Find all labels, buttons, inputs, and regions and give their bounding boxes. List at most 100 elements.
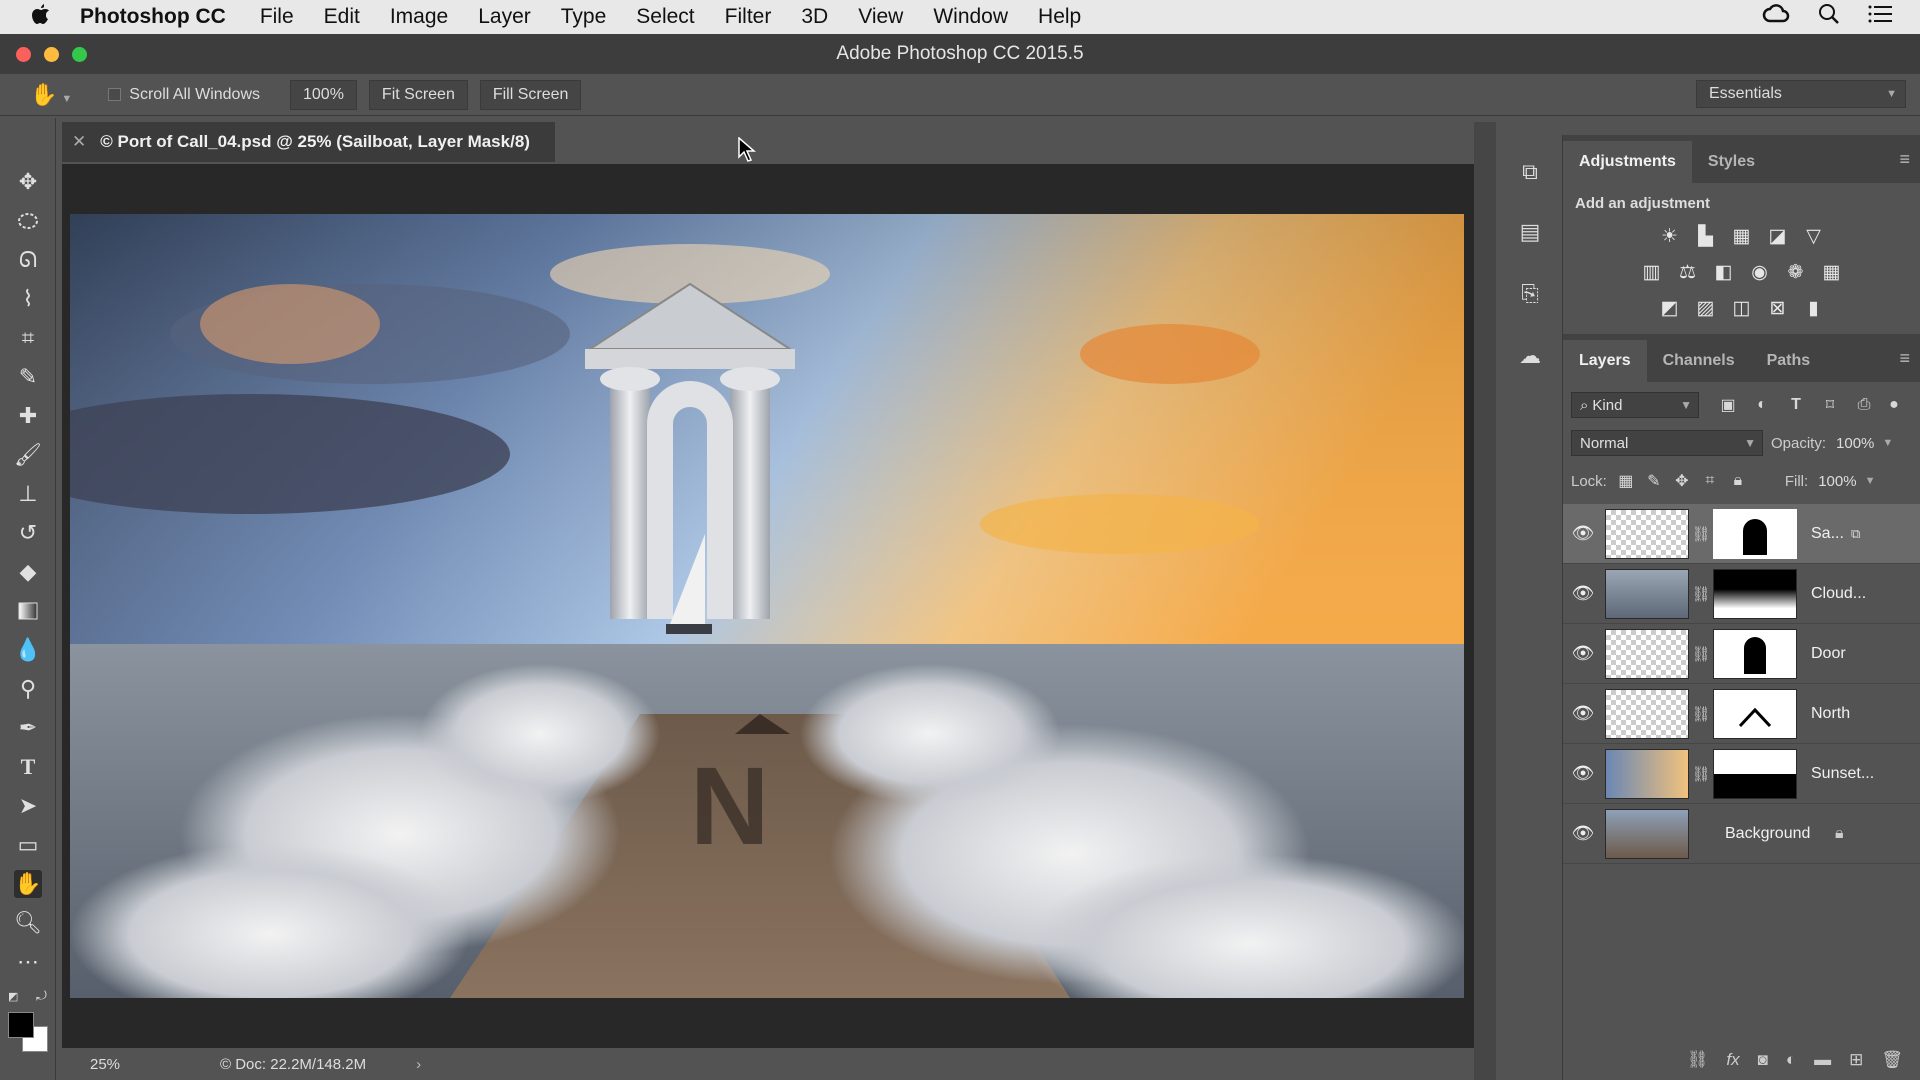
notification-center-icon[interactable] — [1868, 5, 1892, 29]
invert-icon[interactable]: ◩ — [1658, 296, 1682, 320]
dodge-tool-icon[interactable]: ⚲ — [14, 675, 42, 703]
cc-libraries-icon[interactable]: ☁ — [1516, 342, 1544, 370]
gradient-tool-icon[interactable] — [14, 597, 42, 625]
kind-filter-select[interactable]: ⌕ Kind ▼ — [1571, 392, 1699, 418]
tab-paths[interactable]: Paths — [1751, 340, 1827, 382]
threshold-icon[interactable]: ◫ — [1730, 296, 1754, 320]
lock-all-icon[interactable]: 🔒︎ — [1727, 470, 1749, 492]
menu-view[interactable]: View — [858, 5, 903, 29]
selective-color-icon[interactable]: ⊠ — [1766, 296, 1790, 320]
blur-tool-icon[interactable]: 💧 — [14, 636, 42, 664]
layer-row-clouds[interactable]: 👁 ⛓ Cloud... — [1563, 564, 1920, 624]
zoom-level[interactable]: 25% — [90, 1056, 200, 1073]
menu-image[interactable]: Image — [390, 5, 448, 29]
new-adjustment-layer-icon[interactable]: ◐ — [1786, 1050, 1796, 1070]
type-tool-icon[interactable]: T — [14, 753, 42, 781]
filter-pixel-icon[interactable]: ▣ — [1717, 394, 1739, 416]
levels-icon[interactable]: ▙ — [1694, 224, 1718, 248]
layer-style-fx-icon[interactable]: fx — [1726, 1050, 1739, 1070]
filter-shape-icon[interactable]: ⌑ — [1819, 394, 1841, 416]
crop-tool-icon[interactable]: ⌗ — [14, 324, 42, 352]
add-mask-icon[interactable]: ◙ — [1758, 1050, 1768, 1070]
lock-position-icon[interactable]: ✥ — [1671, 470, 1693, 492]
visibility-eye-icon[interactable]: 👁 — [1563, 823, 1603, 844]
layer-mask-thumbnail[interactable] — [1713, 568, 1797, 619]
rectangle-tool-icon[interactable]: ▭ — [14, 831, 42, 859]
libraries-panel-icon[interactable]: ⎘ — [1516, 280, 1544, 308]
delete-layer-icon[interactable]: 🗑︎ — [1881, 1050, 1903, 1070]
gradient-map-icon[interactable]: ▮ — [1802, 296, 1826, 320]
layer-row-door[interactable]: 👁 ⛓ Door — [1563, 624, 1920, 684]
opacity-value[interactable]: 100% — [1836, 435, 1874, 452]
swap-colors-icon[interactable]: ⤾ — [36, 988, 47, 1004]
fill-chevron-icon[interactable]: ▼ — [1865, 475, 1876, 487]
pen-tool-icon[interactable]: ✒ — [14, 714, 42, 742]
scroll-all-windows-checkbox[interactable] — [108, 88, 122, 101]
opacity-chevron-icon[interactable]: ▼ — [1882, 437, 1893, 449]
menu-edit[interactable]: Edit — [324, 5, 360, 29]
layer-name[interactable]: Background — [1725, 825, 1835, 843]
tab-channels[interactable]: Channels — [1647, 340, 1751, 382]
foreground-color-swatch[interactable] — [8, 1012, 34, 1038]
color-lookup-icon[interactable]: ▦ — [1820, 260, 1844, 284]
visibility-eye-icon[interactable]: 👁 — [1563, 523, 1603, 544]
panel-menu-icon[interactable]: ≡ — [1899, 149, 1910, 170]
brush-tool-icon[interactable]: 🖌 — [14, 441, 42, 469]
link-icon[interactable]: ⛓ — [1689, 645, 1713, 663]
exposure-icon[interactable]: ◪ — [1766, 224, 1790, 248]
link-icon[interactable]: ⛓ — [1689, 585, 1713, 603]
apple-menu-icon[interactable] — [30, 3, 60, 31]
app-menu[interactable]: Photoshop CC — [80, 5, 226, 29]
move-tool-icon[interactable]: ✥ — [14, 168, 42, 196]
menu-file[interactable]: File — [260, 5, 294, 29]
lock-artboard-icon[interactable]: ⌗ — [1699, 470, 1721, 492]
lasso-tool-icon[interactable]: ᘏ — [14, 246, 42, 274]
quick-selection-tool-icon[interactable]: ⌇ — [14, 285, 42, 313]
status-menu-arrow-icon[interactable]: › — [416, 1056, 421, 1073]
visibility-eye-icon[interactable]: 👁 — [1563, 583, 1603, 604]
fill-value[interactable]: 100% — [1818, 473, 1856, 490]
channel-mixer-icon[interactable]: ❁ — [1784, 260, 1808, 284]
layer-name[interactable]: Door — [1811, 645, 1891, 663]
creative-cloud-icon[interactable] — [1762, 4, 1790, 30]
color-balance-icon[interactable]: ⚖ — [1676, 260, 1700, 284]
layer-name[interactable]: Sa... — [1811, 525, 1851, 543]
blend-mode-select[interactable]: Normal ▼ — [1571, 430, 1763, 456]
fit-screen-button[interactable]: Fit Screen — [368, 79, 468, 110]
new-group-icon[interactable]: ▬ — [1814, 1050, 1831, 1070]
minimize-window-button[interactable] — [44, 47, 59, 62]
history-panel-icon[interactable]: ⧉ — [1516, 158, 1544, 186]
link-icon[interactable]: ⛓ — [1689, 525, 1713, 543]
lock-transparent-icon[interactable]: ▦ — [1615, 470, 1637, 492]
properties-panel-icon[interactable]: ▤ — [1516, 218, 1544, 246]
visibility-eye-icon[interactable]: 👁 — [1563, 703, 1603, 724]
menu-layer[interactable]: Layer — [478, 5, 531, 29]
fill-screen-button[interactable]: Fill Screen — [479, 79, 582, 110]
visibility-eye-icon[interactable]: 👁 — [1563, 763, 1603, 784]
layer-mask-thumbnail[interactable] — [1713, 688, 1797, 739]
vibrance-icon[interactable]: ▽ — [1802, 224, 1826, 248]
black-white-icon[interactable]: ◧ — [1712, 260, 1736, 284]
maximize-window-button[interactable] — [72, 47, 87, 62]
tab-adjustments[interactable]: Adjustments — [1563, 141, 1692, 183]
layer-name[interactable]: Cloud... — [1811, 585, 1891, 603]
visibility-eye-icon[interactable]: 👁 — [1563, 643, 1603, 664]
hand-tool-preset-icon[interactable]: ✋ ▼ — [30, 82, 72, 108]
history-brush-tool-icon[interactable]: ↺ — [14, 519, 42, 547]
close-window-button[interactable] — [16, 47, 31, 62]
marquee-tool-icon[interactable] — [14, 207, 42, 235]
layer-mask-thumbnail[interactable] — [1713, 508, 1797, 559]
menu-window[interactable]: Window — [933, 5, 1008, 29]
link-icon[interactable]: ⛓ — [1689, 705, 1713, 723]
vertical-scrollbar[interactable] — [1474, 122, 1496, 1080]
photo-filter-icon[interactable]: ◉ — [1748, 260, 1772, 284]
layer-name[interactable]: North — [1811, 705, 1891, 723]
close-tab-icon[interactable]: ✕ — [72, 132, 86, 152]
layers-panel-menu-icon[interactable]: ≡ — [1899, 348, 1910, 369]
posterize-icon[interactable]: ▨ — [1694, 296, 1718, 320]
eyedropper-tool-icon[interactable]: ✎ — [14, 363, 42, 391]
document-tab[interactable]: ✕ © Port of Call_04.psd @ 25% (Sailboat,… — [62, 122, 555, 162]
clone-stamp-tool-icon[interactable]: ⊥ — [14, 480, 42, 508]
workspace-switcher[interactable]: Essentials ▼ — [1696, 80, 1906, 108]
filter-type-icon[interactable]: T — [1785, 394, 1807, 416]
